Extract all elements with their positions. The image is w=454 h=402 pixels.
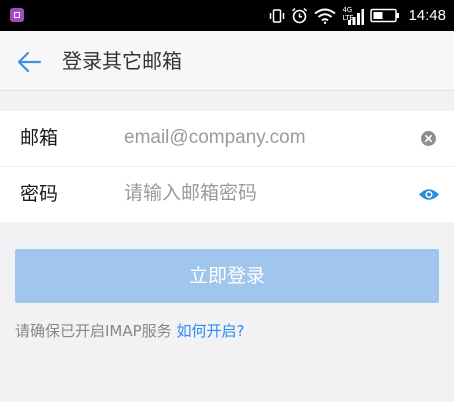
imap-hint-text: 请确保已开启IMAP服务 bbox=[15, 322, 172, 340]
how-to-enable-link[interactable]: 如何开启? bbox=[176, 322, 244, 340]
login-form: 邮箱 密码 bbox=[0, 111, 454, 222]
alarm-icon bbox=[292, 7, 308, 24]
login-button[interactable]: 立即登录 bbox=[15, 249, 439, 303]
email-field[interactable] bbox=[124, 121, 394, 155]
status-icons: 4G LTE 14:48 bbox=[269, 0, 446, 31]
clear-icon[interactable] bbox=[421, 131, 436, 146]
password-row: 密码 bbox=[0, 167, 454, 222]
status-bar: 4G LTE 14:48 bbox=[0, 0, 454, 31]
imap-hint: 请确保已开启IMAP服务 如何开启? bbox=[15, 320, 244, 342]
battery-icon bbox=[370, 8, 400, 23]
arrow-left-icon[interactable] bbox=[16, 49, 42, 75]
signal-icon: 4G LTE bbox=[342, 6, 365, 26]
email-label: 邮箱 bbox=[20, 127, 59, 149]
password-label: 密码 bbox=[20, 183, 59, 205]
page-title: 登录其它邮箱 bbox=[62, 49, 182, 73]
email-row: 邮箱 bbox=[0, 111, 454, 167]
vibrate-icon bbox=[270, 8, 285, 23]
app-notification-icon bbox=[10, 8, 24, 22]
wifi-icon bbox=[314, 8, 337, 24]
header: 登录其它邮箱 bbox=[0, 31, 454, 91]
eye-icon[interactable] bbox=[418, 187, 440, 202]
status-time: 14:48 bbox=[408, 7, 446, 24]
password-field[interactable] bbox=[124, 177, 394, 211]
